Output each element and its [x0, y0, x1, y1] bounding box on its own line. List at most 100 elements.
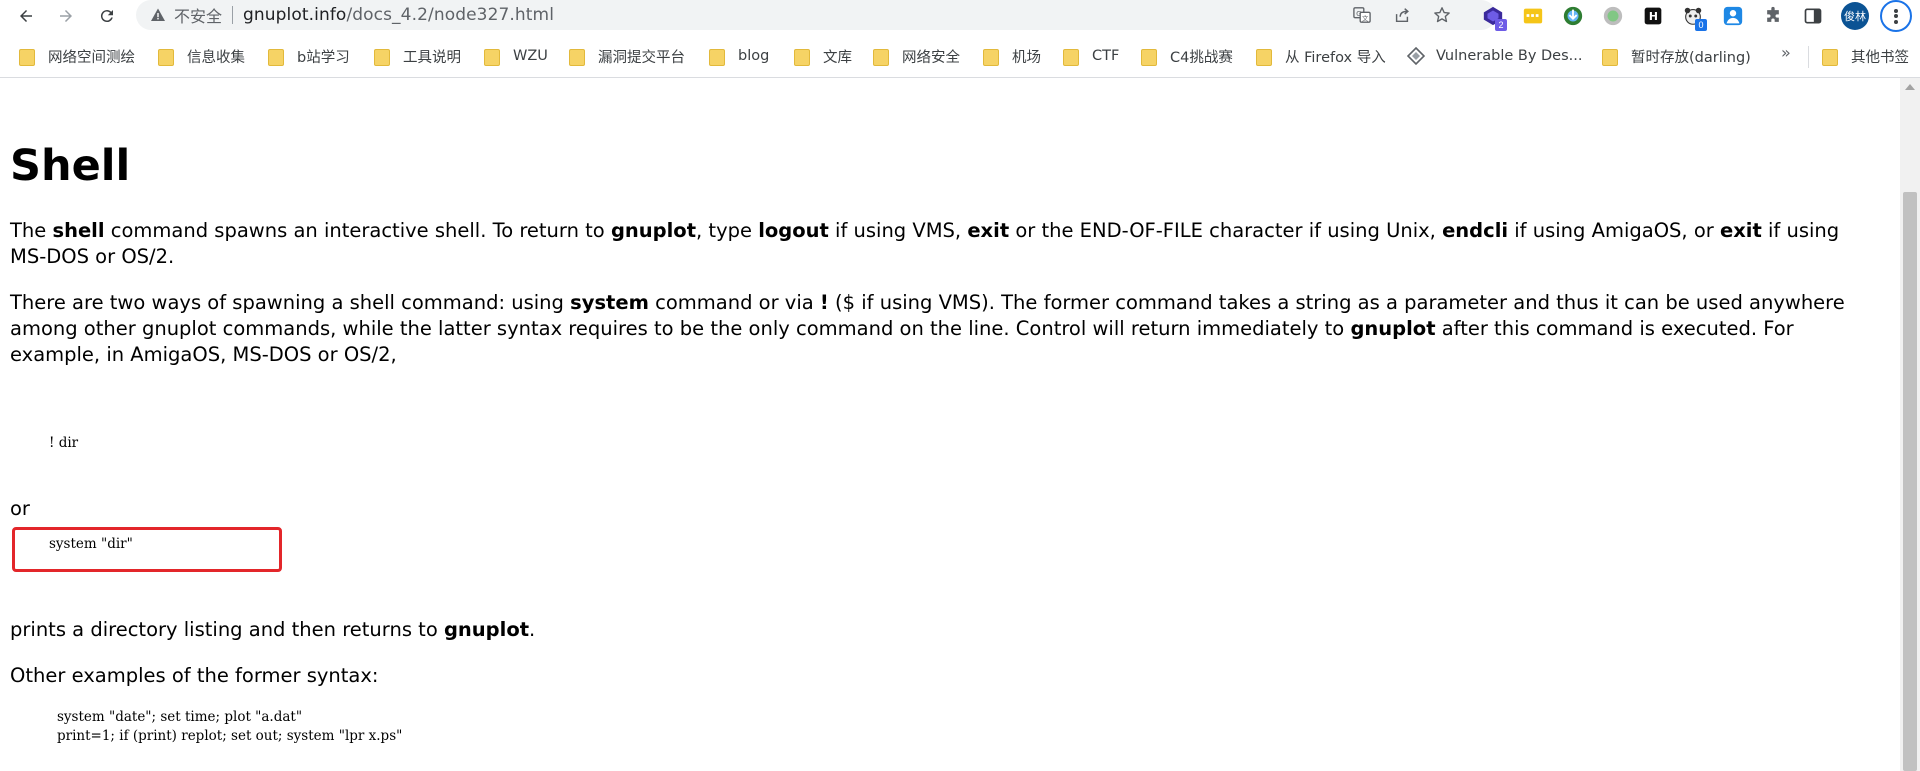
bold-term: gnuplot [610, 219, 697, 242]
text-run: or the END-OF-FILE character if using Un… [1009, 219, 1443, 242]
h-extension-icon[interactable]: H [1641, 4, 1665, 28]
bookmark-label: 工具说明 [403, 49, 461, 66]
other-bookmarks-folder[interactable]: 其他书签 [1822, 46, 1909, 66]
translate-icon: G文 [1353, 7, 1371, 23]
person-extension-icon[interactable] [1721, 4, 1745, 28]
bookmark-folder[interactable]: 工具说明 [374, 46, 461, 66]
folder-icon [374, 48, 390, 66]
bookmark-link[interactable]: Vulnerable By Des... [1407, 46, 1582, 66]
folder-icon [484, 48, 500, 66]
kebab-menu-icon [1894, 7, 1898, 25]
code-example-line-2: print=1; if (print) replot; set out; sys… [57, 728, 403, 744]
text-run: command or via [648, 291, 820, 314]
arrow-left-icon [20, 10, 32, 22]
bookmark-label: 文库 [823, 49, 852, 66]
omnibox-divider [232, 6, 234, 24]
scrollbar-thumb[interactable] [1903, 192, 1917, 771]
security-label[interactable]: 不安全 [174, 3, 222, 27]
url-host: gnuplot.info [243, 5, 347, 25]
bold-term: exit [1719, 219, 1762, 242]
star-icon [1434, 7, 1450, 23]
warning-icon[interactable] [150, 7, 166, 23]
bookmark-folder[interactable]: CTF [1063, 46, 1119, 66]
translate-button[interactable]: G文 [1352, 5, 1372, 25]
paragraph-other-examples: Other examples of the former syntax: [10, 664, 379, 687]
page-scrollbar[interactable] [1900, 78, 1920, 771]
bookmark-folder[interactable]: 暂时存放(darling) [1602, 46, 1751, 66]
text-run: There are two ways of spawning a shell c… [10, 291, 571, 314]
bookmark-folder[interactable]: 文库 [794, 46, 852, 66]
text-run: prints a directory listing and then retu… [10, 618, 444, 641]
bookmark-label: CTF [1092, 48, 1120, 64]
folder-icon [1141, 48, 1157, 66]
bookmark-folder[interactable]: b站学习 [268, 46, 350, 66]
extension-badge: 0 [1695, 19, 1707, 31]
bookmark-folder[interactable]: 信息收集 [158, 46, 245, 66]
bookmark-label: 其他书签 [1851, 49, 1909, 66]
reload-button[interactable] [94, 3, 120, 29]
text-run: if using VMS, [828, 219, 968, 242]
text-run: The [10, 219, 53, 242]
bookmark-folder[interactable]: 网络空间测绘 [19, 46, 135, 66]
bookmark-label: 漏洞提交平台 [598, 49, 685, 66]
panda-extension-icon[interactable]: 0 [1681, 4, 1707, 31]
bold-term: system [570, 291, 649, 314]
bookmark-folder[interactable]: 从 Firefox 导入 [1256, 46, 1386, 66]
reload-icon [100, 10, 113, 23]
share-icon [1395, 8, 1409, 23]
paragraph-spawning: There are two ways of spawning a shell c… [10, 290, 1880, 368]
code-example-line-1: system "date"; set time; plot "a.dat" [57, 709, 303, 725]
svg-text:H: H [1649, 10, 1658, 23]
bookmark-label: C4挑战赛 [1170, 49, 1233, 66]
bookmark-folder[interactable]: 网络安全 [873, 46, 960, 66]
paragraph-directory-listing: prints a directory listing and then retu… [10, 617, 1880, 643]
bookmark-label: 机场 [1012, 49, 1041, 66]
url-text[interactable]: gnuplot.info/docs_4.2/node327.html [243, 5, 554, 25]
page-title: Shell [10, 141, 131, 191]
code-example-bang: ! dir [49, 435, 79, 451]
paragraph-shell-intro: The shell command spawns an interactive … [10, 218, 1880, 270]
extensions-puzzle-button[interactable] [1761, 4, 1785, 28]
browser-menu-button[interactable] [1880, 0, 1912, 32]
bookmarks-bar: 网络空间测绘 信息收集 b站学习 工具说明 WZU 漏洞提交平台 blog 文库… [0, 40, 1920, 72]
bold-term: gnuplot [443, 618, 530, 641]
download-extension-icon[interactable] [1561, 4, 1585, 28]
extension-badge: 2 [1495, 19, 1507, 31]
profile-avatar[interactable]: 俊林 [1841, 2, 1869, 30]
bookmark-label: Vulnerable By Des... [1436, 48, 1583, 64]
bold-term: gnuplot [1350, 317, 1436, 340]
code-example-system: system "dir" [49, 536, 133, 552]
bold-term: shell [52, 219, 105, 242]
bold-term: logout [758, 219, 829, 242]
folder-icon [983, 48, 999, 66]
puzzle-icon [1767, 6, 1779, 22]
side-panel-button[interactable] [1801, 4, 1825, 28]
bookmark-folder[interactable]: 机场 [983, 46, 1041, 66]
text-run: if using AmigaOS, or [1508, 219, 1720, 242]
back-button[interactable] [13, 3, 39, 29]
bookmark-folder[interactable]: blog [709, 46, 769, 66]
circle-extension-icon[interactable] [1601, 4, 1625, 28]
bookmark-label: 从 Firefox 导入 [1285, 49, 1386, 66]
folder-icon [268, 48, 284, 66]
bookmark-folder[interactable]: 漏洞提交平台 [569, 46, 685, 66]
arrow-right-icon [60, 10, 72, 22]
bookmark-star-button[interactable] [1432, 5, 1452, 25]
folder-icon [1256, 48, 1272, 66]
folder-icon [569, 48, 585, 66]
folder-icon [1063, 48, 1079, 66]
text-run: . [529, 618, 536, 641]
page-content: Shell The shell command spawns an intera… [0, 78, 1900, 771]
folder-icon [709, 48, 725, 66]
url-path: /docs_4.2/node327.html [346, 5, 555, 25]
scroll-up-arrow-icon[interactable] [1905, 84, 1915, 90]
bookmarks-overflow-button[interactable]: » [1781, 43, 1791, 62]
browser-toolbar: 不安全 gnuplot.info/docs_4.2/node327.html G… [0, 0, 1920, 32]
bookmark-folder[interactable]: WZU [484, 46, 548, 66]
bookmark-folder[interactable]: C4挑战赛 [1141, 46, 1233, 66]
forward-button[interactable] [53, 3, 79, 29]
vpn-extension-icon[interactable]: 2 [1481, 4, 1507, 31]
notes-extension-icon[interactable] [1521, 4, 1545, 28]
share-button[interactable] [1392, 5, 1412, 25]
address-bar[interactable]: 不安全 gnuplot.info/docs_4.2/node327.html [136, 0, 1496, 30]
